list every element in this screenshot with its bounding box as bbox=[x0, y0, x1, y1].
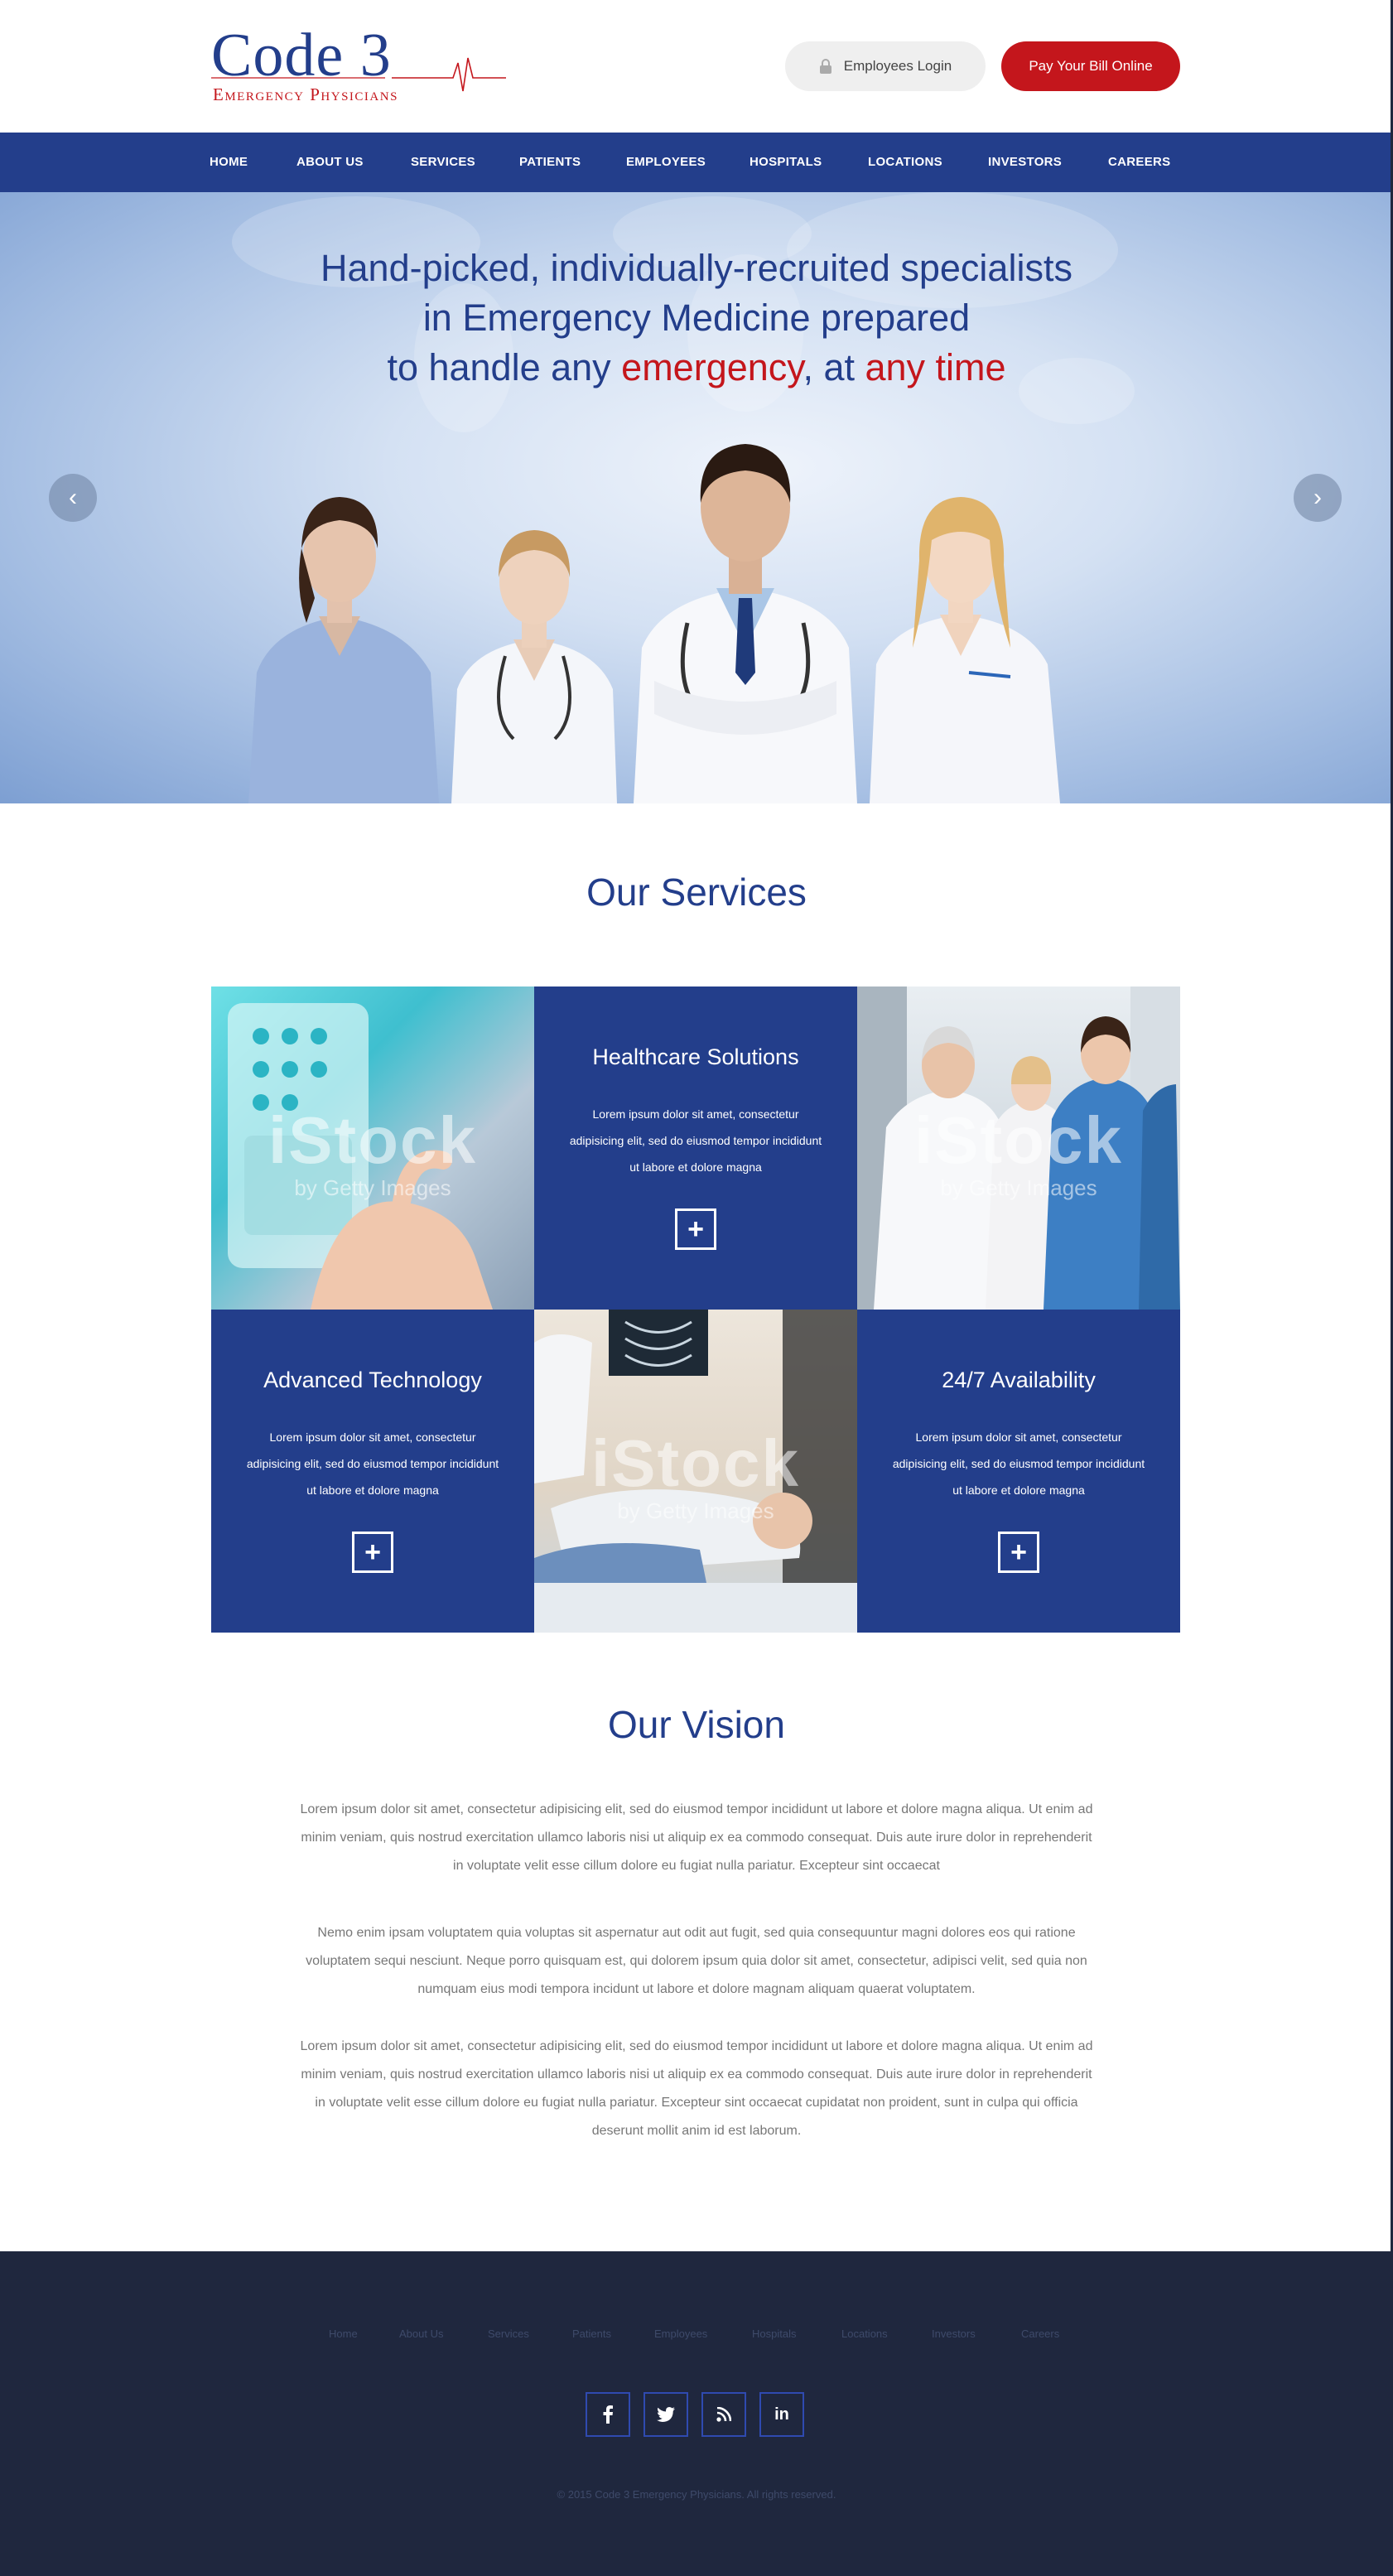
vision-heading: Our Vision bbox=[608, 1703, 785, 1746]
pay-bill-label: Pay Your Bill Online bbox=[1029, 58, 1153, 74]
stock-watermark-sub: by Getty Images bbox=[294, 1175, 451, 1200]
service-image-infusion-pump: iStock by Getty Images bbox=[211, 987, 534, 1310]
employees-login-button[interactable]: Employees Login bbox=[785, 41, 986, 91]
stock-watermark: iStock bbox=[590, 1426, 801, 1500]
nav-item-investors[interactable]: INVESTORS bbox=[988, 133, 1062, 192]
stock-watermark-sub: by Getty Images bbox=[617, 1498, 774, 1523]
services-grid: iStock by Getty Images Healthcare Soluti… bbox=[211, 987, 1180, 1633]
service-card-healthcare-solutions: Healthcare Solutions Lorem ipsum dolor s… bbox=[534, 987, 857, 1310]
linkedin-glyph: in bbox=[774, 2405, 789, 2424]
hero-slider: Hand-picked, individually-recruited spec… bbox=[0, 192, 1393, 803]
service-card-advanced-technology: Advanced Technology Lorem ipsum dolor si… bbox=[211, 1310, 534, 1633]
service-expand-plus-icon[interactable]: + bbox=[675, 1208, 716, 1250]
hero-emphasis-emergency: emergency bbox=[621, 346, 803, 388]
service-expand-plus-icon[interactable]: + bbox=[998, 1532, 1039, 1573]
footer-link-hospitals[interactable]: Hospitals bbox=[752, 2328, 796, 2340]
vision-paragraph-2: Nemo enim ipsam voluptatem quia voluptas… bbox=[306, 1926, 1087, 1996]
footer-link-locations[interactable]: Locations bbox=[841, 2328, 888, 2340]
nav-item-home[interactable]: HOME bbox=[210, 133, 248, 192]
nav-item-services[interactable]: SERVICES bbox=[411, 133, 475, 192]
service-image-medical-team: iStock by Getty Images bbox=[857, 987, 1180, 1310]
service-expand-plus-icon[interactable]: + bbox=[352, 1532, 393, 1573]
vision-paragraph-1: Lorem ipsum dolor sit amet, consectetur … bbox=[300, 1802, 1093, 1873]
twitter-glyph bbox=[657, 2407, 675, 2422]
footer-link-about-us[interactable]: About Us bbox=[399, 2328, 443, 2340]
pay-bill-button[interactable]: Pay Your Bill Online bbox=[1001, 41, 1180, 91]
nav-item-patients[interactable]: PATIENTS bbox=[519, 133, 581, 192]
facebook-icon[interactable] bbox=[586, 2392, 630, 2437]
service-card-description: Lorem ipsum dolor sit amet, consectetur … bbox=[892, 1430, 1145, 1497]
footer-link-employees[interactable]: Employees bbox=[654, 2328, 707, 2340]
footer-link-careers[interactable]: Careers bbox=[1021, 2328, 1059, 2340]
doctor-figure-1 bbox=[248, 497, 439, 803]
hero-line-3: to handle any emergency, at any time bbox=[215, 343, 1178, 393]
employees-login-label: Employees Login bbox=[843, 58, 952, 74]
hero-emphasis-any-time: any time bbox=[865, 346, 1006, 388]
nav-item-careers[interactable]: CAREERS bbox=[1108, 133, 1170, 192]
nav-item-hospitals[interactable]: HOSPITALS bbox=[750, 133, 822, 192]
footer-link-home[interactable]: Home bbox=[329, 2328, 358, 2340]
hero-doctors-image bbox=[248, 444, 1060, 803]
footer-link-patients[interactable]: Patients bbox=[572, 2328, 611, 2340]
nav-item-locations[interactable]: LOCATIONS bbox=[868, 133, 942, 192]
main-nav: HOME ABOUT US SERVICES PATIENTS EMPLOYEE… bbox=[0, 133, 1393, 192]
service-card-title: 24/7 Availability bbox=[942, 1368, 1096, 1392]
doctor-figure-2 bbox=[451, 530, 617, 803]
services-heading: Our Services bbox=[586, 871, 807, 914]
hero-headline: Hand-picked, individually-recruited spec… bbox=[215, 244, 1178, 393]
stock-watermark: iStock bbox=[268, 1103, 478, 1177]
nav-item-about-us[interactable]: ABOUT US bbox=[296, 133, 364, 192]
facebook-glyph bbox=[603, 2405, 613, 2424]
rss-glyph bbox=[716, 2407, 731, 2422]
service-image-patient-xray: iStock by Getty Images bbox=[534, 1310, 857, 1633]
doctor-figure-3 bbox=[634, 444, 857, 803]
copyright-text: © 2015 Code 3 Emergency Physicians. All … bbox=[557, 2488, 836, 2501]
footer-link-investors[interactable]: Investors bbox=[932, 2328, 976, 2340]
service-card-title: Advanced Technology bbox=[263, 1368, 482, 1392]
nav-item-employees[interactable]: EMPLOYEES bbox=[626, 133, 706, 192]
footer-link-services[interactable]: Services bbox=[488, 2328, 529, 2340]
hero-line-3-a: to handle any bbox=[387, 346, 622, 388]
site-header: Code 3 Emergency Physicians Employees Lo… bbox=[0, 0, 1393, 133]
hero-prev-arrow[interactable]: ‹ bbox=[49, 474, 97, 522]
logo-tagline: Emergency Physicians bbox=[213, 84, 398, 104]
service-card-availability: 24/7 Availability Lorem ipsum dolor sit … bbox=[857, 1310, 1180, 1633]
vision-paragraph-3: Lorem ipsum dolor sit amet, consectetur … bbox=[300, 2039, 1093, 2138]
rss-icon[interactable] bbox=[701, 2392, 746, 2437]
lock-icon bbox=[819, 59, 831, 74]
hero-next-arrow[interactable]: › bbox=[1294, 474, 1342, 522]
service-card-title: Healthcare Solutions bbox=[592, 1044, 799, 1069]
stock-watermark: iStock bbox=[913, 1103, 1124, 1177]
site-footer: Home About Us Services Patients Employee… bbox=[0, 2251, 1393, 2576]
doctor-figure-4 bbox=[870, 497, 1060, 803]
site-logo[interactable]: Code 3 Emergency Physicians bbox=[211, 25, 509, 108]
hero-line-2: in Emergency Medicine prepared bbox=[422, 297, 971, 339]
twitter-icon[interactable] bbox=[643, 2392, 688, 2437]
hero-line-3-c: , at bbox=[803, 346, 865, 388]
hero-line-1: Hand-picked, individually-recruited spec… bbox=[321, 247, 1072, 289]
service-card-description: Lorem ipsum dolor sit amet, consectetur … bbox=[246, 1430, 499, 1497]
stock-watermark-sub: by Getty Images bbox=[940, 1175, 1097, 1200]
linkedin-icon[interactable]: in bbox=[759, 2392, 804, 2437]
service-card-description: Lorem ipsum dolor sit amet, consectetur … bbox=[569, 1107, 822, 1174]
